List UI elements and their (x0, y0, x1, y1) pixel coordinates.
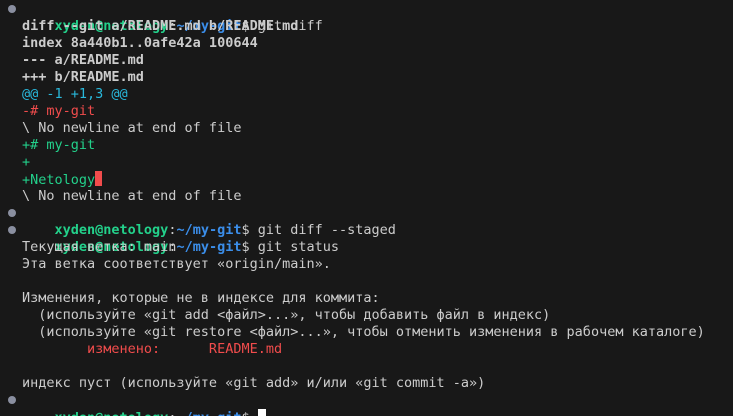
command-text: git status (257, 239, 340, 255)
status-index-empty-line: индекс пуст (используйте «git add» и/или… (22, 375, 486, 391)
prompt-line: xyden@netology:~/my-git$ git status (22, 222, 340, 255)
trailing-whitespace-marker (95, 171, 103, 186)
diff-added-line: +Netology (22, 171, 103, 188)
diff-no-newline-notice: \ No newline at end of file (22, 120, 242, 136)
diff-new-file-line: +++ b/README.md (22, 69, 144, 85)
prompt-path: ~/my-git (176, 410, 241, 416)
prompt-line[interactable]: xyden@netology:~/my-git$ (22, 392, 266, 416)
status-sync-line: Эта ветка соответствует «origin/main». (22, 256, 331, 272)
diff-index-line: index 8a440b1..0afe42a 100644 (22, 35, 258, 51)
text-cursor (257, 409, 266, 416)
status-changes-header: Изменения, которые не в индексе для комм… (22, 290, 380, 306)
prompt-line: xyden@netology:~/my-git$ git diff --stag… (22, 205, 396, 238)
prompt-status-dot (8, 5, 16, 13)
prompt-status-dot (8, 226, 16, 234)
diff-added-text: +Netology (22, 172, 96, 188)
status-modified-file: изменено: README.md (22, 341, 283, 357)
status-hint-restore: (используйте «git restore <файл>...», чт… (22, 324, 705, 340)
diff-hunk-header: @@ -1 +1,3 @@ (22, 86, 128, 102)
diff-added-line: + (22, 154, 31, 170)
diff-old-file-line: --- a/README.md (22, 52, 144, 68)
diff-no-newline-notice: \ No newline at end of file (22, 188, 242, 204)
terminal-window[interactable]: xyden@netology:~/my-git$ git diff diff -… (0, 0, 733, 416)
diff-added-line: +# my-git (22, 137, 96, 153)
prompt-path: ~/my-git (176, 239, 242, 255)
diff-header-line: diff --git a/README.md b/README.md (22, 18, 299, 34)
prompt-user-host: xyden@netology (55, 410, 169, 416)
prompt-symbol: $ (241, 410, 257, 416)
status-hint-add: (используйте «git add <файл>...», чтобы … (22, 307, 551, 323)
prompt-status-dot (8, 396, 16, 404)
status-branch-line: Текущая ветка: main (22, 239, 177, 255)
prompt-line: xyden@netology:~/my-git$ git diff (22, 1, 323, 34)
prompt-status-dot (8, 209, 16, 217)
prompt-symbol: $ (241, 239, 258, 255)
diff-removed-line: -# my-git (22, 103, 96, 119)
